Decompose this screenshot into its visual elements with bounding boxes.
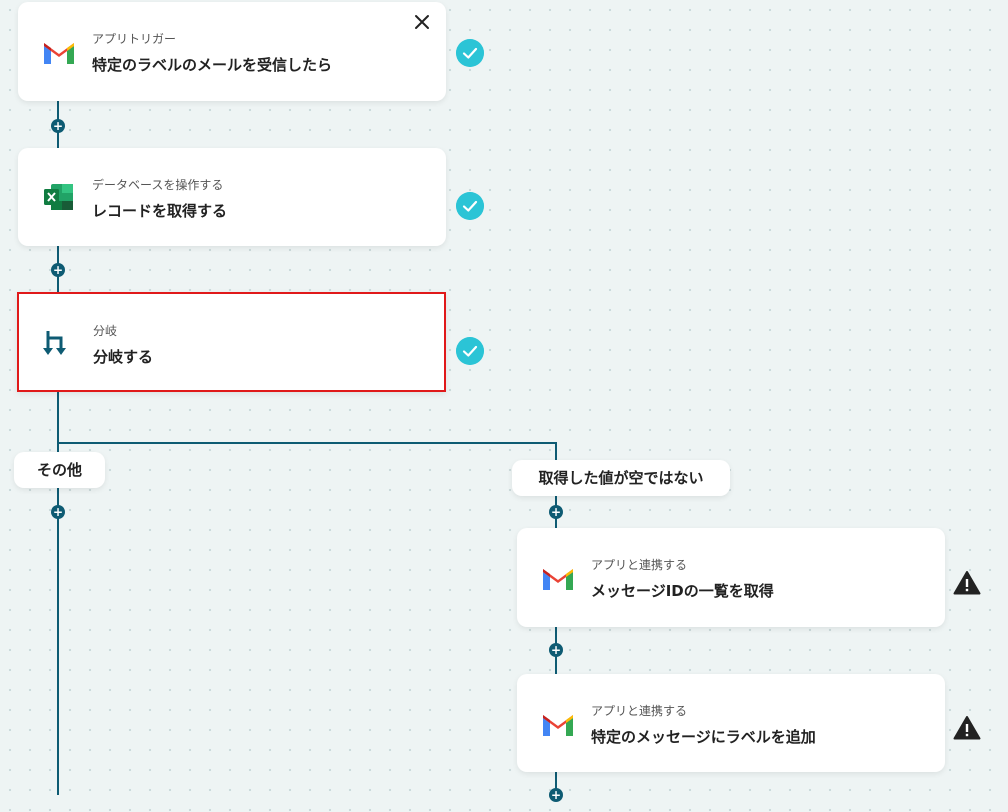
add-step-button[interactable]: + <box>549 505 563 519</box>
flow-step-database[interactable]: データベースを操作する レコードを取得する <box>18 148 446 246</box>
gmail-icon <box>543 715 573 736</box>
gmail-icon <box>44 43 74 64</box>
step-subtitle: アプリと連携する <box>591 558 688 572</box>
branch-horizontal-line <box>57 442 557 444</box>
add-step-button[interactable]: + <box>549 788 563 802</box>
step-title: 特定のラベルのメールを受信したら <box>92 56 333 74</box>
branch-label-not-empty[interactable]: 取得した値が空ではない <box>512 460 730 496</box>
check-icon <box>456 192 484 220</box>
step-subtitle: アプリと連携する <box>591 704 688 718</box>
step-subtitle: アプリトリガー <box>92 32 177 46</box>
branch-label-other[interactable]: その他 <box>14 452 105 488</box>
step-title: レコードを取得する <box>92 202 228 220</box>
add-step-button[interactable]: + <box>51 263 65 277</box>
close-icon[interactable] <box>412 12 432 32</box>
add-step-button[interactable]: + <box>549 643 563 657</box>
gmail-icon <box>543 569 573 590</box>
branch-icon <box>43 331 66 355</box>
step-title: 分岐する <box>93 348 154 366</box>
flow-step-branch[interactable]: 分岐 分岐する <box>17 292 446 392</box>
add-step-button[interactable]: + <box>51 119 65 133</box>
connector-line <box>57 390 59 795</box>
add-step-button[interactable]: + <box>51 505 65 519</box>
flow-step-trigger[interactable]: アプリトリガー 特定のラベルのメールを受信したら <box>18 2 446 101</box>
warning-icon <box>953 571 981 595</box>
flow-step-gmail-label[interactable]: アプリと連携する 特定のメッセージにラベルを追加 <box>517 674 945 772</box>
check-icon <box>456 39 484 67</box>
step-title: メッセージIDの一覧を取得 <box>591 582 774 600</box>
check-icon <box>456 337 484 365</box>
warning-icon <box>953 716 981 740</box>
step-title: 特定のメッセージにラベルを追加 <box>591 728 816 746</box>
excel-icon <box>44 184 73 210</box>
step-subtitle: 分岐 <box>93 324 118 338</box>
flow-step-gmail-list[interactable]: アプリと連携する メッセージIDの一覧を取得 <box>517 528 945 627</box>
step-subtitle: データベースを操作する <box>92 178 224 192</box>
